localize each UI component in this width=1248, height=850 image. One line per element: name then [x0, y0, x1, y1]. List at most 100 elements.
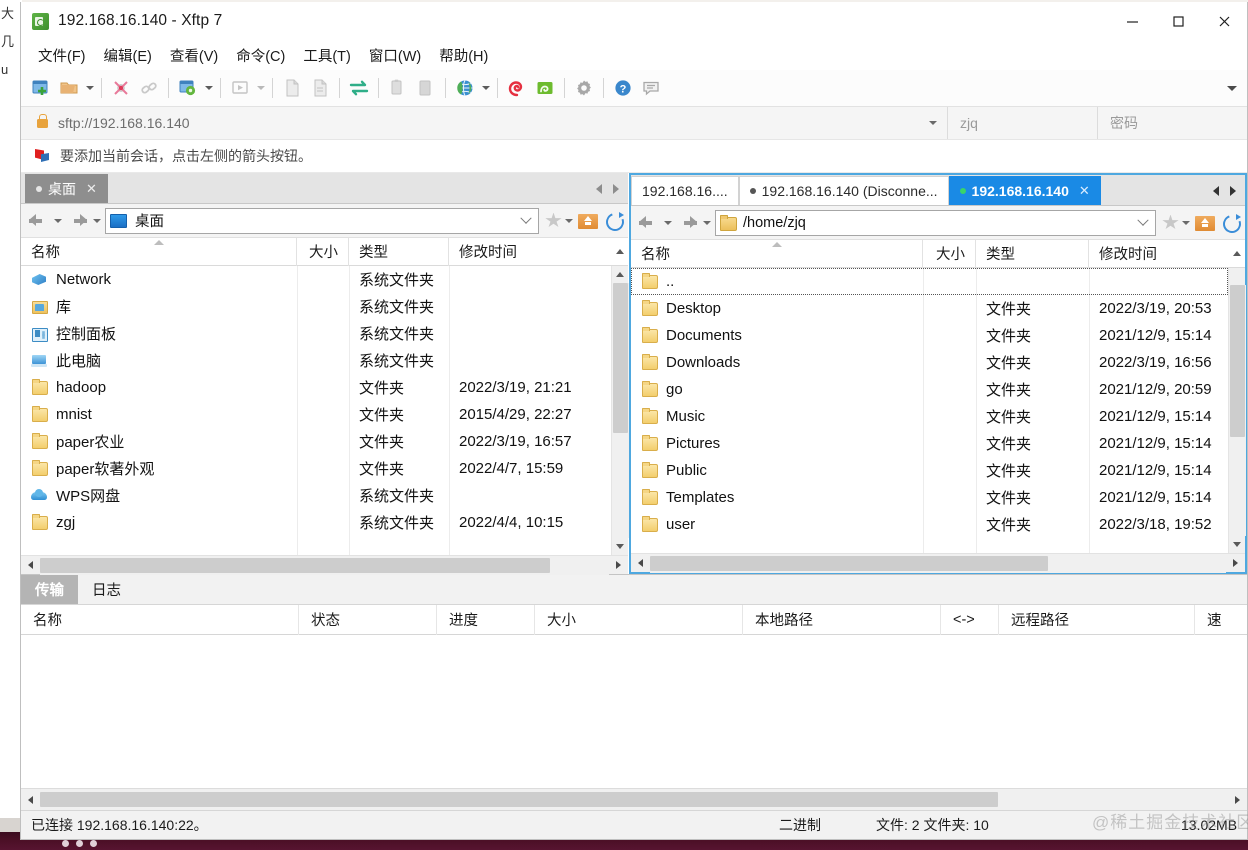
globe-icon[interactable]	[451, 74, 479, 102]
remote-path-dropdown-caret[interactable]	[1135, 219, 1151, 227]
table-row[interactable]: go 文件夹 2021/12/9, 20:59	[631, 376, 1228, 403]
local-back-dropdown-caret[interactable]	[51, 208, 64, 234]
folder-dropdown-caret[interactable]	[83, 74, 96, 102]
local-scroll-up-icon[interactable]	[612, 266, 629, 283]
remote-refresh-icon[interactable]	[1221, 213, 1241, 233]
local-forward-button[interactable]	[64, 208, 90, 234]
remote-scroll-thumb[interactable]	[1229, 285, 1245, 437]
gear-icon[interactable]	[570, 74, 598, 102]
table-row[interactable]: zgj 系统文件夹 2022/4/4, 10:15	[21, 509, 611, 536]
remote-col-modified[interactable]: 修改时间	[1089, 240, 1228, 268]
paste-icon[interactable]	[412, 74, 440, 102]
local-bookmark-star-icon[interactable]	[545, 212, 562, 228]
local-col-size[interactable]: 大小	[297, 237, 349, 266]
remote-tab-1[interactable]: 192.168.16....	[631, 176, 739, 205]
address-dropdown-caret[interactable]	[929, 121, 937, 125]
remote-scroll-track[interactable]	[1228, 285, 1246, 536]
remote-back-dropdown-caret[interactable]	[661, 210, 674, 236]
disconnect-icon[interactable]	[107, 74, 135, 102]
table-row[interactable]: Public 文件夹 2021/12/9, 15:14	[631, 457, 1228, 484]
address-url-field[interactable]: sftp://192.168.16.140	[21, 107, 947, 139]
table-row[interactable]: 库 系统文件夹	[21, 293, 611, 320]
remote-bookmark-dropdown-caret[interactable]	[1179, 210, 1192, 236]
remote-col-name[interactable]: 名称	[631, 239, 923, 268]
copy-icon[interactable]	[384, 74, 412, 102]
maximize-button[interactable]	[1155, 2, 1201, 41]
table-row[interactable]: mnist 文件夹 2015/4/29, 22:27	[21, 401, 611, 428]
edit-file-icon[interactable]	[306, 74, 334, 102]
menu-help[interactable]: 帮助(H)	[430, 42, 497, 69]
transfer-list[interactable]	[21, 635, 1247, 788]
menu-command[interactable]: 命令(C)	[227, 42, 294, 69]
transfer-col-direction[interactable]: <->	[941, 604, 999, 635]
remote-tab-3[interactable]: 192.168.16.140 ✕	[948, 176, 1101, 205]
xshell-icon[interactable]	[503, 74, 531, 102]
remote-bookmark-star-icon[interactable]	[1162, 214, 1179, 230]
tab-log[interactable]: 日志	[78, 575, 135, 604]
tab-transfer[interactable]: 传输	[21, 575, 78, 604]
open-folder-icon[interactable]	[55, 74, 83, 102]
local-path-input[interactable]: 桌面	[105, 207, 539, 234]
session-settings-icon[interactable]	[174, 74, 202, 102]
table-row[interactable]: paper农业 文件夹 2022/3/19, 16:57	[21, 428, 611, 455]
table-row[interactable]: WPS网盘 系统文件夹	[21, 482, 611, 509]
local-col-modified[interactable]: 修改时间	[449, 238, 611, 266]
transfer-col-name[interactable]: 名称	[21, 604, 299, 635]
remote-tab-prev-icon[interactable]	[1207, 178, 1224, 203]
table-row[interactable]: Desktop 文件夹 2022/3/19, 20:53	[631, 295, 1228, 322]
table-row[interactable]: Music 文件夹 2021/12/9, 15:14	[631, 403, 1228, 430]
local-file-list[interactable]: Network 系统文件夹库系统文件夹 控制面板 系统文件夹 此电脑 系统文件夹 hadoo…	[21, 266, 611, 555]
local-col-name[interactable]: 名称	[21, 237, 297, 266]
table-row[interactable]: Templates 文件夹 2021/12/9, 15:14	[631, 484, 1228, 511]
globe-dropdown-caret[interactable]	[479, 74, 492, 102]
table-row[interactable]: Network 系统文件夹	[21, 266, 611, 293]
table-row[interactable]: hadoop 文件夹 2022/3/19, 21:21	[21, 374, 611, 401]
remote-hscroll-right-icon[interactable]	[1226, 554, 1245, 573]
local-bookmark-dropdown-caret[interactable]	[562, 208, 575, 234]
local-vertical-scrollbar[interactable]	[611, 266, 629, 555]
remote-path-input[interactable]: /home/zjq	[715, 209, 1156, 236]
local-home-folder-icon[interactable]	[578, 212, 598, 229]
menu-window[interactable]: 窗口(W)	[360, 42, 430, 69]
remote-home-folder-icon[interactable]	[1195, 214, 1215, 231]
transfer-col-size[interactable]: 大小	[535, 604, 743, 635]
remote-tab-close-icon[interactable]: ✕	[1079, 183, 1090, 199]
transfer-col-progress[interactable]: 进度	[437, 604, 535, 635]
remote-horizontal-scrollbar[interactable]	[631, 553, 1245, 573]
transfer-col-local-path[interactable]: 本地路径	[743, 604, 941, 635]
local-path-dropdown-caret[interactable]	[518, 217, 534, 225]
local-tab-prev-icon[interactable]	[590, 176, 607, 201]
table-row[interactable]: user 文件夹 2022/3/18, 19:52	[631, 511, 1228, 538]
transfer-hscroll-right-icon[interactable]	[1228, 790, 1247, 809]
local-scroll-track[interactable]	[611, 283, 629, 538]
toolbar-overflow-caret[interactable]	[1223, 70, 1241, 107]
local-tab-desktop[interactable]: 桌面 ✕	[25, 174, 108, 203]
new-file-icon[interactable]	[278, 74, 306, 102]
password-field[interactable]: 密码	[1097, 107, 1247, 139]
new-session-icon[interactable]	[27, 74, 55, 102]
remote-tab-2[interactable]: 192.168.16.140 (Disconne...	[738, 176, 949, 205]
local-scroll-down-icon[interactable]	[612, 538, 629, 555]
menu-view[interactable]: 查看(V)	[161, 42, 227, 69]
local-tab-next-icon[interactable]	[607, 176, 624, 201]
local-hscroll-track[interactable]	[40, 555, 609, 575]
remote-back-button[interactable]	[635, 210, 661, 236]
menu-file[interactable]: 文件(F)	[29, 42, 95, 69]
remote-forward-button[interactable]	[674, 210, 700, 236]
remote-hscroll-left-icon[interactable]	[631, 554, 650, 573]
run-icon[interactable]	[226, 74, 254, 102]
table-row[interactable]: Downloads 文件夹 2022/3/19, 16:56	[631, 349, 1228, 376]
username-field[interactable]: zjq	[947, 107, 1097, 139]
menu-edit[interactable]: 编辑(E)	[95, 42, 161, 69]
table-row[interactable]: Documents 文件夹 2021/12/9, 15:14	[631, 322, 1228, 349]
remote-forward-dropdown-caret[interactable]	[700, 210, 713, 236]
link-icon[interactable]	[135, 74, 163, 102]
local-scroll-thumb[interactable]	[612, 283, 628, 433]
table-row[interactable]: Pictures 文件夹 2021/12/9, 15:14	[631, 430, 1228, 457]
remote-tab-next-icon[interactable]	[1224, 178, 1241, 203]
minimize-button[interactable]	[1109, 2, 1155, 41]
close-button[interactable]	[1201, 2, 1247, 41]
remote-scroll-down-icon[interactable]	[1229, 536, 1246, 553]
remote-hscroll-thumb[interactable]	[650, 555, 1048, 571]
remote-col-size[interactable]: 大小	[923, 239, 976, 268]
